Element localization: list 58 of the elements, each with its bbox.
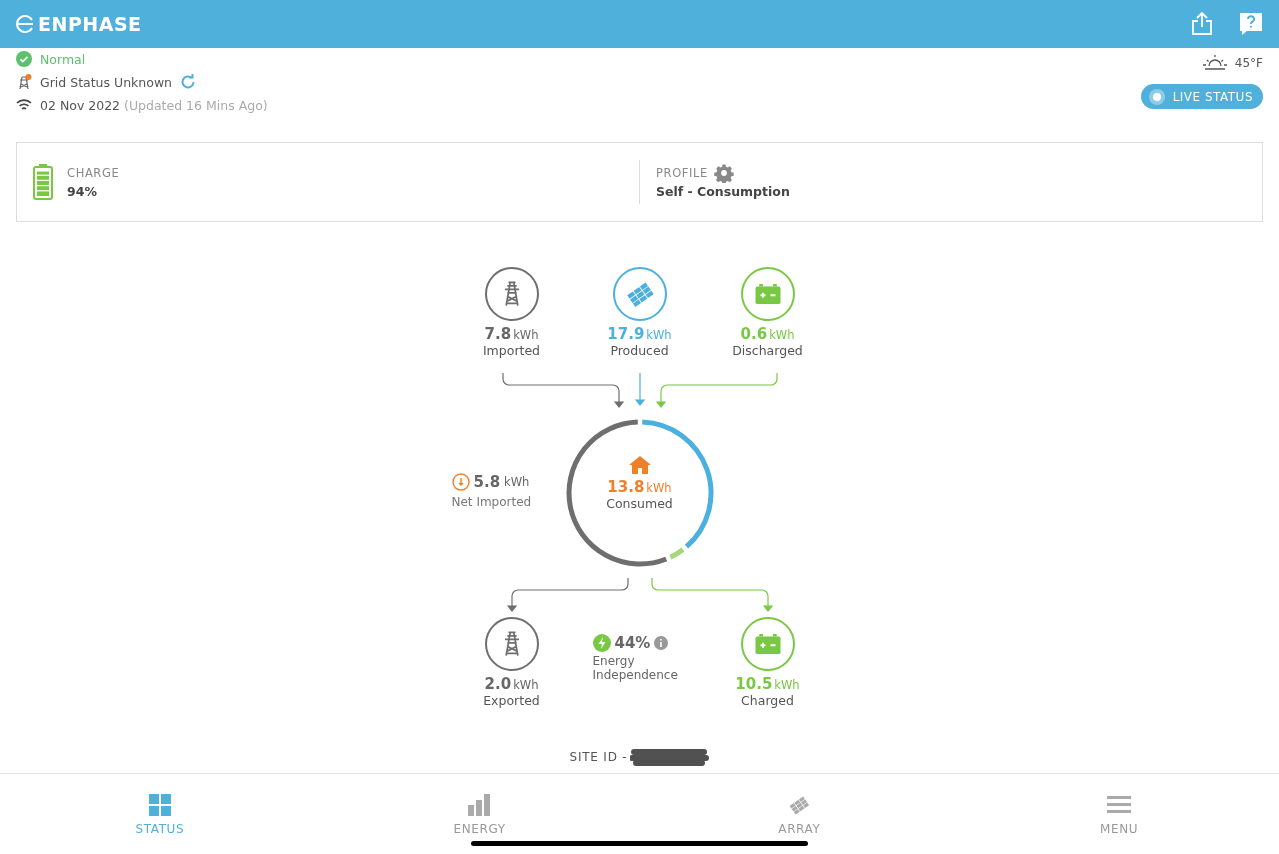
- energy-label: Consumed: [606, 496, 673, 511]
- energy-unit: kWh: [646, 328, 672, 342]
- bar-chart-icon: [467, 794, 492, 816]
- energy-value: 0.6: [740, 325, 768, 343]
- temperature: 45°F: [1234, 56, 1263, 70]
- energy-value: 17.9: [607, 325, 645, 343]
- house-icon: [628, 456, 651, 474]
- lightning-icon: [592, 634, 611, 652]
- share-button[interactable]: [1191, 12, 1213, 36]
- charge-label: CHARGE: [67, 165, 120, 180]
- energy-unit: kWh: [774, 678, 800, 692]
- energy-label: Exported: [483, 693, 540, 708]
- energy-unit: kWh: [513, 328, 539, 342]
- solar-panel-icon: [788, 794, 811, 816]
- system-status: Normal: [40, 51, 86, 67]
- app-logo: ENPHASE: [38, 13, 142, 35]
- energy-unit: kWh: [504, 475, 530, 489]
- solar-panel-icon: [624, 279, 655, 309]
- wifi-icon: [16, 98, 32, 112]
- energy-value: 7.8: [484, 325, 512, 343]
- settings-button[interactable]: [713, 162, 734, 183]
- energy-label: Net Imported: [451, 495, 532, 509]
- nav-tab[interactable]: STATUS: [0, 774, 320, 854]
- energy-label: Charged: [741, 693, 794, 708]
- energy-value: 10.5: [735, 675, 773, 693]
- profile-value: Self - Consumption: [656, 183, 790, 199]
- nav-tab[interactable]: MENU: [959, 774, 1279, 854]
- logo-icon: [16, 15, 34, 33]
- energy-value: 5.8: [473, 473, 501, 491]
- refresh-button[interactable]: [180, 74, 197, 90]
- energy-unit: kWh: [513, 678, 539, 692]
- energy-label: Discharged: [732, 343, 803, 358]
- profile-label: PROFILE: [656, 165, 708, 180]
- energy-label: Imported: [482, 343, 541, 358]
- independence-label: Energy Independence: [592, 654, 679, 682]
- update-note: (Updated 16 Mins Ago): [124, 97, 268, 113]
- live-status-button[interactable]: LIVE STATUS: [1140, 84, 1263, 109]
- tower-alert-icon: [16, 74, 32, 90]
- help-button[interactable]: [1239, 12, 1263, 36]
- check-icon: [16, 51, 32, 67]
- site-id-label: SITE ID -: [569, 750, 628, 764]
- nav-tab[interactable]: ENERGY: [319, 774, 640, 854]
- live-dot-icon: [1148, 88, 1165, 105]
- grid-icon: [148, 794, 171, 816]
- flow-arrow: [634, 372, 645, 406]
- grid-status: Grid Status Unknown: [40, 74, 173, 90]
- info-icon: [654, 636, 669, 650]
- report-date: 02 Nov 2022: [40, 97, 121, 113]
- charge-value: 94%: [67, 183, 98, 199]
- energy-unit: kWh: [646, 481, 672, 495]
- menu-icon: [1107, 794, 1132, 816]
- nav-tab[interactable]: ARRAY: [639, 774, 960, 854]
- energy-value: 2.0: [484, 675, 512, 693]
- independence-value: 44%: [614, 634, 651, 652]
- energy-value: 13.8: [607, 478, 645, 496]
- energy-label: Produced: [610, 343, 669, 358]
- sunrise-icon: [1202, 54, 1227, 72]
- energy-unit: kWh: [769, 328, 795, 342]
